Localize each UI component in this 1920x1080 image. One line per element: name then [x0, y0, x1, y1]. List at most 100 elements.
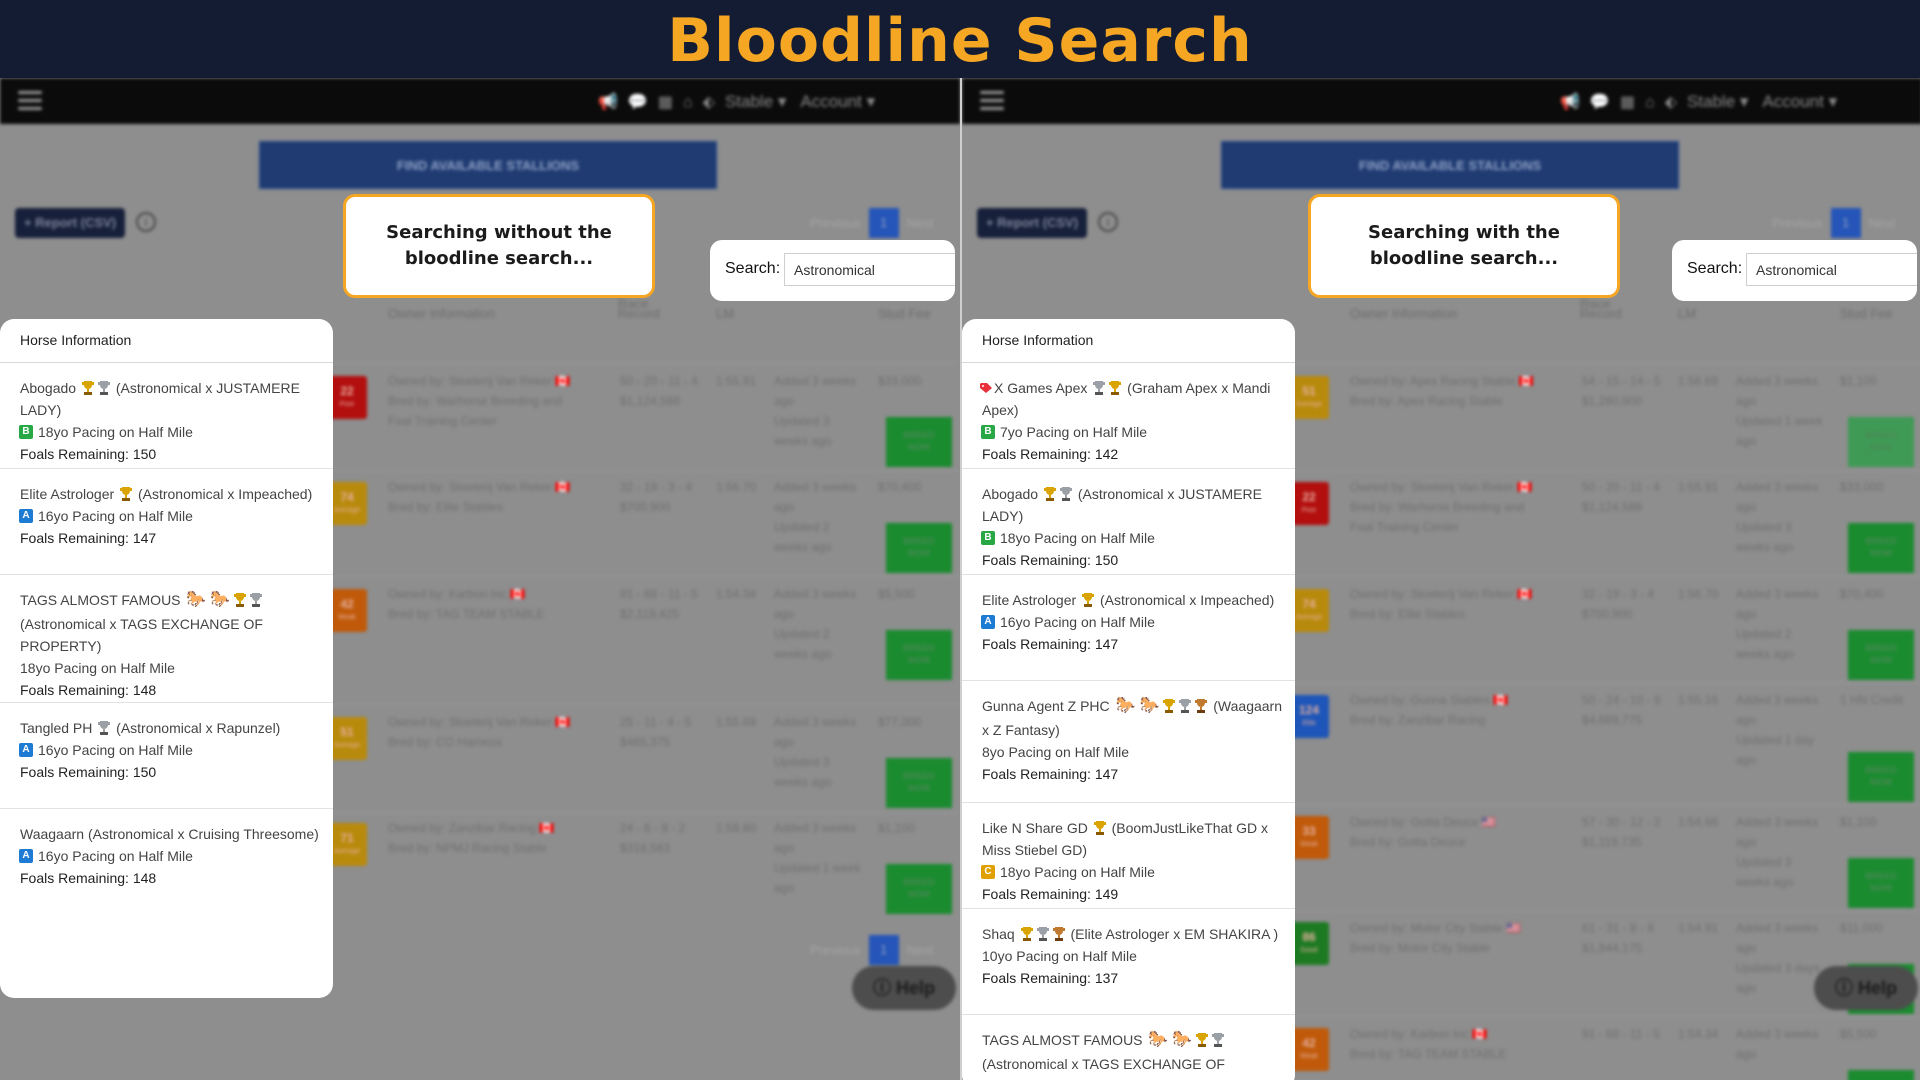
- megaphone-icon[interactable]: 📢: [598, 94, 628, 111]
- horse-description: 18yo Pacing on Half Mile: [1000, 530, 1155, 546]
- calculator-icon[interactable]: ▦: [658, 94, 683, 111]
- breed-now-button[interactable]: BREEDNOW: [886, 523, 952, 573]
- col-stud-fee-header: Stud Fee: [1840, 306, 1893, 321]
- bronze-trophy-icon: [1052, 927, 1065, 942]
- horse-parentage: (Astronomical x Cruising Threesome): [87, 826, 319, 842]
- navbar: 📢💬▦⌂⬖Stable ▾ Account ▾: [0, 78, 960, 124]
- pager-next[interactable]: Next: [1869, 216, 1896, 231]
- silver-trophy-icon: [250, 593, 263, 608]
- horse-entry[interactable]: Elite Astrologer (Astronomical x Impeach…: [0, 469, 333, 575]
- navbar: 📢💬▦⌂⬖Stable ▾ Account ▾: [962, 78, 1920, 124]
- horse-entry[interactable]: Abogado (Astronomical x JUSTAMERE LADY) …: [0, 363, 333, 469]
- horse-parentage: (Astronomical x TAGS EXCHANGE OF PROPERT…: [20, 616, 263, 655]
- breed-now-button[interactable]: BREEDNOW: [1848, 417, 1914, 467]
- col-race-header-2: Record: [1580, 306, 1622, 321]
- horse-description: 10yo Pacing on Half Mile: [982, 948, 1137, 964]
- chat-icon[interactable]: 💬: [628, 94, 658, 111]
- breed-now-button[interactable]: BREEDNOW: [886, 864, 952, 914]
- horse-entry[interactable]: X Games Apex (Graham Apex x Mandi Apex) …: [962, 363, 1295, 469]
- megaphone-icon[interactable]: 📢: [1560, 94, 1590, 111]
- info-icon[interactable]: i: [1098, 212, 1118, 232]
- pager-previous[interactable]: Previous: [810, 943, 861, 958]
- gold-trophy-icon: [234, 593, 247, 608]
- breed-now-button[interactable]: BREEDNOW: [1848, 1070, 1914, 1080]
- col-owner-header: Owner Information: [388, 306, 495, 321]
- horse-entry[interactable]: Shaq (Elite Astrologer x EM SHAKIRA ) 10…: [962, 909, 1295, 1015]
- pager-page[interactable]: 1: [1830, 208, 1861, 238]
- breed-now-button[interactable]: BREEDNOW: [1848, 858, 1914, 908]
- foals-remaining: 150: [132, 764, 157, 780]
- breed-now-button[interactable]: BREEDNOW: [886, 758, 952, 808]
- horse-entry[interactable]: Tangled PH (Astronomical x Rapunzel) A 16…: [0, 703, 333, 809]
- table-row: Owned by: Karbon Inc 🇨🇦 Bred by: TAG TEAM…: [330, 578, 960, 683]
- tag-icon[interactable]: ⬖: [703, 94, 725, 111]
- foals-remaining: 148: [132, 682, 157, 699]
- breed-now-button[interactable]: BREEDNOW: [886, 630, 952, 680]
- table-row: Owned by: Stoeterij Van Reker 🇨🇦 Bred by:…: [1292, 578, 1920, 683]
- divider: [1292, 682, 1920, 683]
- store-icon[interactable]: ⌂: [1645, 94, 1665, 111]
- horse-entry[interactable]: Waagaarn (Astronomical x Cruising Threes…: [0, 809, 333, 923]
- chat-icon[interactable]: 💬: [1590, 94, 1620, 111]
- divider: [1292, 362, 1920, 363]
- pagination-bottom: Previous 1 Next: [810, 935, 933, 965]
- horse-entry[interactable]: TAGS ALMOST FAMOUS 🐎 🐎 (Astronomical x TA…: [0, 575, 333, 703]
- pager-page[interactable]: 1: [868, 208, 899, 238]
- foals-remaining: 148: [132, 870, 157, 886]
- gold-trophy-icon: [1093, 821, 1106, 836]
- silver-trophy-icon: [1212, 1033, 1225, 1048]
- search-input[interactable]: [784, 253, 955, 286]
- breed-now-button[interactable]: BREEDNOW: [1848, 630, 1914, 680]
- help-button[interactable]: ⓘ Help: [852, 966, 956, 1010]
- grade-badge: A: [19, 849, 33, 864]
- tag-icon[interactable]: ⬖: [1665, 94, 1687, 111]
- horse-description: 16yo Pacing on Half Mile: [38, 848, 193, 864]
- horse-description: 7yo Pacing on Half Mile: [1000, 424, 1148, 440]
- table-row: Owned by: Stoeterij Van Reker 🇨🇦 Bred by:…: [330, 365, 960, 470]
- gold-trophy-icon: [1109, 381, 1122, 396]
- find-available-stallions-button[interactable]: FIND AVAILABLE STALLIONS: [259, 141, 717, 189]
- find-available-stallions-button[interactable]: FIND AVAILABLE STALLIONS: [1221, 141, 1679, 189]
- grade-badge: B: [981, 425, 995, 440]
- horse-name: Tangled PH: [20, 720, 93, 736]
- hamburger-menu-icon[interactable]: [980, 91, 1004, 111]
- search-input[interactable]: [1746, 253, 1917, 286]
- table-row: Owned by: Gotta Deuce 🇺🇸 Bred by: Gotta D…: [1292, 806, 1920, 911]
- breed-now-button[interactable]: BREEDNOW: [1848, 523, 1914, 573]
- foals-remaining: 147: [1094, 766, 1119, 783]
- nav-account[interactable]: Account ▾: [800, 92, 875, 112]
- nav-stable[interactable]: Stable ▾: [725, 92, 786, 112]
- horse-entry[interactable]: Gunna Agent Z PHC 🐎 🐎 (Waagaarn x Z Fanta…: [962, 681, 1295, 803]
- search-label: Search:: [1687, 260, 1743, 277]
- nav-icons: 📢💬▦⌂⬖Stable ▾ Account ▾: [598, 92, 889, 112]
- report-csv-button[interactable]: + Report (CSV): [977, 208, 1087, 238]
- calculator-icon[interactable]: ▦: [1620, 94, 1645, 111]
- callout-without-bloodline: Searching without the bloodline search..…: [343, 194, 655, 298]
- grade-badge: C: [981, 865, 995, 880]
- foals-remaining: 142: [1094, 446, 1119, 462]
- horse-entry[interactable]: Abogado (Astronomical x JUSTAMERE LADY) …: [962, 469, 1295, 575]
- pager-page[interactable]: 1: [868, 935, 899, 965]
- horse-entry[interactable]: TAGS ALMOST FAMOUS 🐎 🐎 (Astronomical x TA…: [962, 1015, 1295, 1080]
- breed-now-button[interactable]: BREEDNOW: [886, 417, 952, 467]
- store-icon[interactable]: ⌂: [683, 94, 703, 111]
- info-icon[interactable]: i: [136, 212, 156, 232]
- horse-entry[interactable]: Elite Astrologer (Astronomical x Impeach…: [962, 575, 1295, 681]
- nav-stable[interactable]: Stable ▾: [1687, 92, 1748, 112]
- table-row: Owned by: Karbon Inc 🇨🇦 Bred by: TAG TEAM…: [1292, 1018, 1920, 1080]
- horse-description: 16yo Pacing on Half Mile: [38, 742, 193, 758]
- breed-now-button[interactable]: BREEDNOW: [1848, 752, 1914, 802]
- pager-next[interactable]: Next: [907, 943, 934, 958]
- pager-next[interactable]: Next: [907, 216, 934, 231]
- nav-account[interactable]: Account ▾: [1762, 92, 1837, 112]
- grade-badge: A: [19, 509, 33, 524]
- pager-previous[interactable]: Previous: [810, 216, 861, 231]
- horse-entry[interactable]: Like N Share GD (BoomJustLikeThat GD x M…: [962, 803, 1295, 909]
- grade-badge: B: [19, 425, 33, 440]
- report-csv-button[interactable]: + Report (CSV): [15, 208, 125, 238]
- help-button[interactable]: ⓘ Help: [1814, 966, 1918, 1010]
- pager-previous[interactable]: Previous: [1772, 216, 1823, 231]
- horse-parentage: (Astronomical x Impeached): [1099, 592, 1275, 608]
- hamburger-menu-icon[interactable]: [18, 91, 42, 111]
- horse-description: 18yo Pacing on Half Mile: [20, 660, 175, 677]
